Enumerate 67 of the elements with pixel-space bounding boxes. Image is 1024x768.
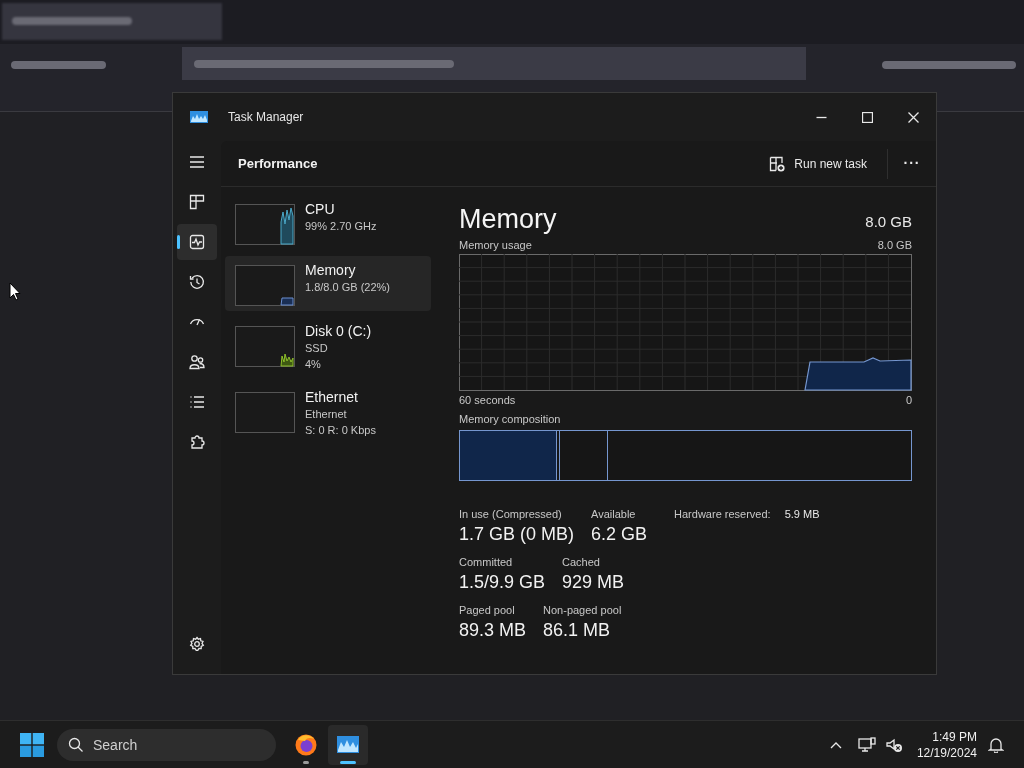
device-detail: 99% 2.70 GHz: [305, 219, 377, 234]
search-field[interactable]: Search: [57, 728, 276, 761]
stat-label: Non-paged pool: [543, 603, 622, 618]
device-list-item[interactable]: Ethernet Ethernet S: 0 R: 0 Kbps: [225, 383, 431, 443]
pulse-icon: [189, 234, 205, 250]
stat-label: Committed: [459, 555, 514, 570]
stat-label: Hardware reserved:: [674, 507, 771, 522]
users-icon: [189, 354, 205, 370]
axis-max-label: 8.0 GB: [877, 238, 912, 252]
thumbnail-graph: [235, 265, 295, 306]
network-icon[interactable]: [857, 736, 876, 753]
stat-value: 89.3 MB: [459, 619, 527, 642]
thumbnail-graph: [235, 204, 295, 245]
device-list-item[interactable]: CPU 99% 2.70 GHz: [225, 195, 431, 250]
axis-time-label: 60 seconds: [459, 393, 516, 407]
stat-value: 6.2 GB: [591, 523, 648, 546]
stat-value: 1.7 GB (0 MB): [459, 523, 575, 546]
windows-logo-icon: [20, 732, 44, 757]
run-new-task-button[interactable]: Run new task: [761, 147, 875, 180]
clock-button[interactable]: 1:49 PM 12/19/2024: [916, 728, 977, 761]
maximize-icon: [861, 111, 873, 123]
list-icon: [189, 394, 205, 410]
chart-label: Memory composition: [459, 412, 562, 426]
total-memory: 8.0 GB: [865, 212, 912, 232]
stat-value: 929 MB: [562, 571, 625, 594]
search-icon: [68, 736, 84, 753]
settings-icon: [189, 636, 205, 652]
window-title: Task Manager: [228, 109, 304, 126]
section-title: Memory: [459, 204, 557, 234]
device-name: Disk 0 (C:): [305, 322, 372, 340]
page-title: Performance: [238, 154, 318, 173]
device-detail: Ethernet: [305, 407, 348, 422]
device-list-item[interactable]: Memory 1.8/8.0 GB (22%): [225, 256, 431, 311]
chevron-up-icon: [829, 740, 842, 749]
puzzle-icon: [189, 434, 205, 450]
pulse-nav-button[interactable]: [177, 224, 217, 260]
device-detail: SSD: [305, 341, 329, 356]
more-options-button[interactable]: ···: [888, 147, 936, 180]
app-logo-icon: [190, 110, 208, 124]
stat-label: Paged pool: [459, 603, 516, 618]
device-name: Ethernet: [305, 388, 359, 406]
thumbnail-graph: [235, 326, 295, 367]
firefox-icon: [294, 732, 318, 757]
device-list-item[interactable]: Disk 0 (C:) SSD 4%: [225, 317, 431, 377]
taskbar-app-button[interactable]: [328, 724, 368, 765]
device-name: CPU: [305, 200, 336, 218]
device-detail: 4%: [305, 357, 322, 372]
close-icon: [907, 111, 919, 123]
device-detail: 1.8/8.0 GB (22%): [305, 280, 390, 295]
grid-icon: [189, 194, 205, 210]
stat-value: 5.9 MB: [784, 507, 820, 522]
stat-value: 1.5/9.9 GB: [459, 571, 546, 594]
notification-bell-icon[interactable]: [988, 736, 1004, 753]
speaker-muted-icon[interactable]: [884, 736, 903, 753]
menu-icon: [189, 154, 205, 170]
chart-label: Memory usage: [459, 238, 532, 252]
thumbnail-graph: [235, 392, 295, 433]
mouse-cursor-icon: [9, 282, 21, 301]
history-icon: [189, 274, 205, 290]
device-name: Memory: [305, 261, 357, 279]
stat-label: In use (Compressed): [459, 507, 563, 522]
add-task-icon: [769, 155, 786, 172]
device-detail: S: 0 R: 0 Kbps: [305, 423, 376, 438]
stat-label: Available: [591, 507, 637, 522]
axis-min-label: 0: [905, 393, 912, 407]
stat-label: Cached: [562, 555, 601, 570]
stat-value: 86.1 MB: [543, 619, 612, 642]
